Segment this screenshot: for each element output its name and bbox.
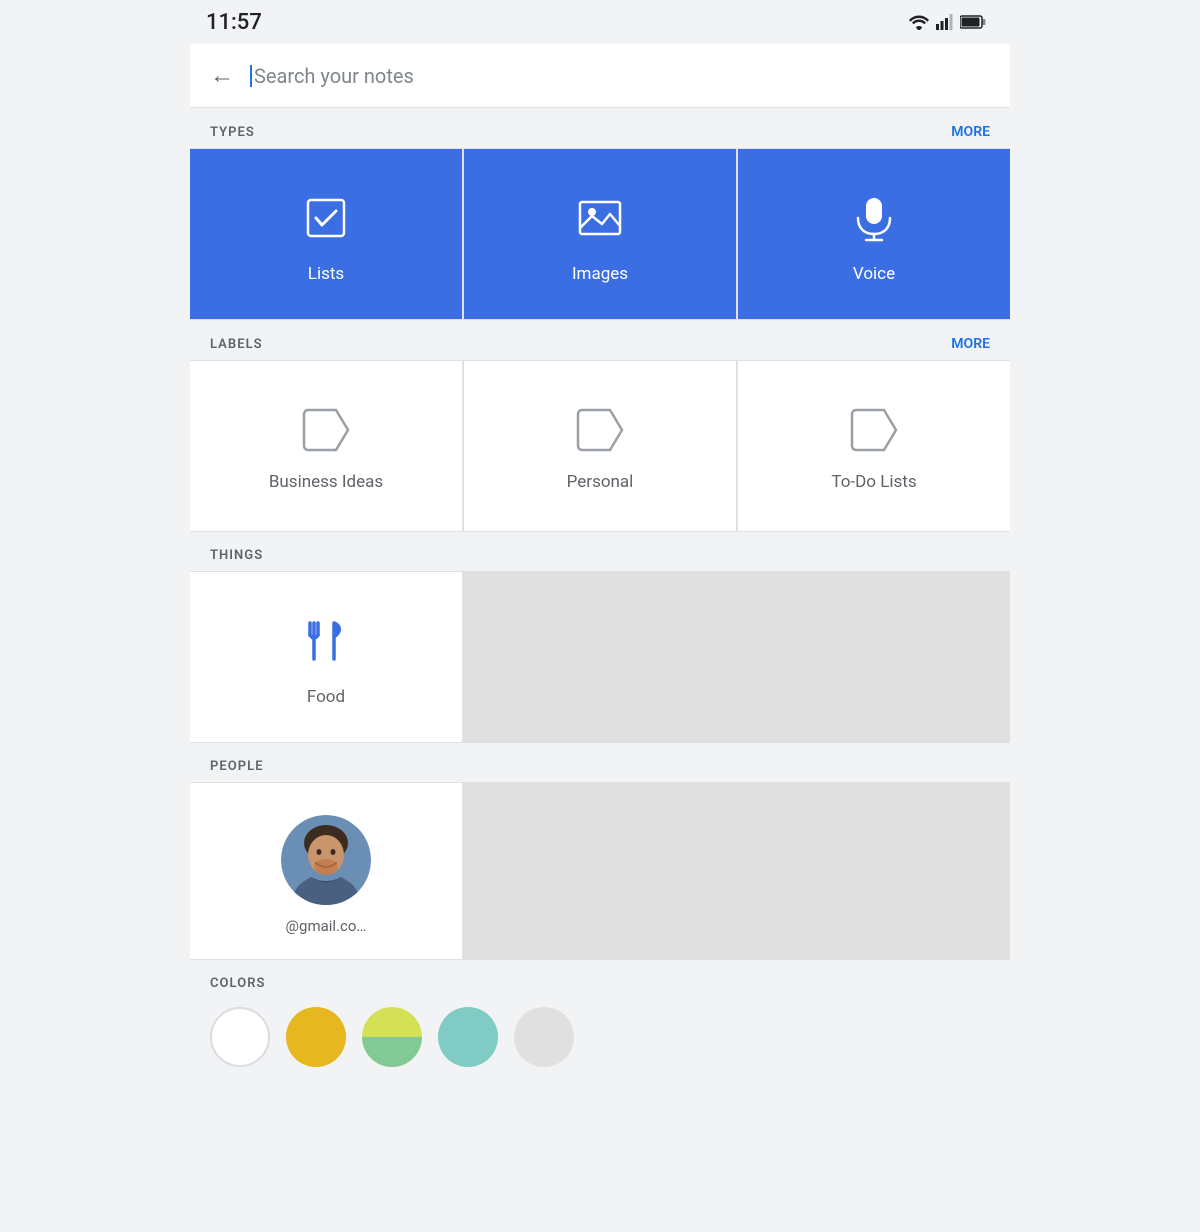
search-cursor bbox=[250, 65, 252, 87]
colors-section: COLORS bbox=[190, 960, 1010, 1103]
color-teal[interactable] bbox=[438, 1007, 498, 1067]
things-grid: Food bbox=[190, 571, 1010, 743]
person-item[interactable]: @gmail.co… bbox=[190, 783, 462, 959]
types-section-header: TYPES MORE bbox=[190, 108, 1010, 148]
back-button[interactable]: ← bbox=[210, 61, 234, 90]
image-icon bbox=[574, 192, 626, 248]
label-item-personal[interactable]: Personal bbox=[464, 361, 736, 531]
colors-section-header: COLORS bbox=[190, 960, 1010, 999]
things-section-title: THINGS bbox=[210, 548, 263, 563]
checkbox-icon bbox=[300, 192, 352, 248]
color-white[interactable] bbox=[210, 1007, 270, 1067]
status-bar: 11:57 bbox=[190, 0, 1010, 44]
person-email: @gmail.co… bbox=[286, 917, 367, 935]
thing-food-label: Food bbox=[307, 687, 345, 707]
types-grid: Lists Images Voic bbox=[190, 148, 1010, 320]
label-tag-icon-todo bbox=[848, 408, 900, 456]
status-time: 11:57 bbox=[206, 10, 262, 35]
signal-icon bbox=[936, 14, 954, 30]
label-personal-label: Personal bbox=[567, 472, 634, 492]
type-lists-label: Lists bbox=[308, 264, 344, 284]
types-more-button[interactable]: MORE bbox=[951, 124, 990, 140]
people-section-header: PEOPLE bbox=[190, 743, 1010, 782]
type-images-label: Images bbox=[572, 264, 628, 284]
color-yellow-gold[interactable] bbox=[286, 1007, 346, 1067]
label-tag-icon-business bbox=[300, 408, 352, 456]
label-todo-label: To-Do Lists bbox=[831, 472, 916, 492]
label-item-business-ideas[interactable]: Business Ideas bbox=[190, 361, 462, 531]
phone-wrapper: 11:57 ← bbox=[190, 0, 1010, 1232]
labels-section-header: LABELS MORE bbox=[190, 320, 1010, 360]
colors-section-title: COLORS bbox=[210, 976, 265, 991]
people-grid: @gmail.co… bbox=[190, 782, 1010, 960]
avatar bbox=[281, 815, 371, 905]
search-placeholder: Search your notes bbox=[254, 64, 414, 88]
labels-more-button[interactable]: MORE bbox=[951, 336, 990, 352]
things-section-header: THINGS bbox=[190, 532, 1010, 571]
label-business-ideas-label: Business Ideas bbox=[269, 472, 383, 492]
label-tag-icon-personal bbox=[574, 408, 626, 456]
type-item-voice[interactable]: Voice bbox=[738, 149, 1010, 319]
color-yellow-green-teal[interactable] bbox=[362, 1007, 422, 1067]
food-icon bbox=[300, 615, 352, 671]
label-item-todo-lists[interactable]: To-Do Lists bbox=[738, 361, 1010, 531]
battery-icon bbox=[960, 15, 986, 29]
type-item-images[interactable]: Images bbox=[464, 149, 736, 319]
types-section-title: TYPES bbox=[210, 125, 255, 140]
mic-icon bbox=[848, 192, 900, 248]
labels-section-title: LABELS bbox=[210, 337, 263, 352]
type-item-lists[interactable]: Lists bbox=[190, 149, 462, 319]
search-input-area[interactable]: Search your notes bbox=[250, 64, 990, 88]
colors-grid bbox=[190, 999, 1010, 1083]
type-voice-label: Voice bbox=[853, 264, 895, 284]
labels-grid: Business Ideas Personal To-Do Lists bbox=[190, 360, 1010, 532]
people-section-title: PEOPLE bbox=[210, 759, 264, 774]
status-icons bbox=[908, 14, 986, 30]
search-bar[interactable]: ← Search your notes bbox=[190, 44, 1010, 108]
thing-item-food[interactable]: Food bbox=[190, 572, 462, 742]
wifi-icon bbox=[908, 14, 930, 30]
color-gray[interactable] bbox=[514, 1007, 574, 1067]
color-teal-stripe bbox=[362, 1037, 422, 1067]
